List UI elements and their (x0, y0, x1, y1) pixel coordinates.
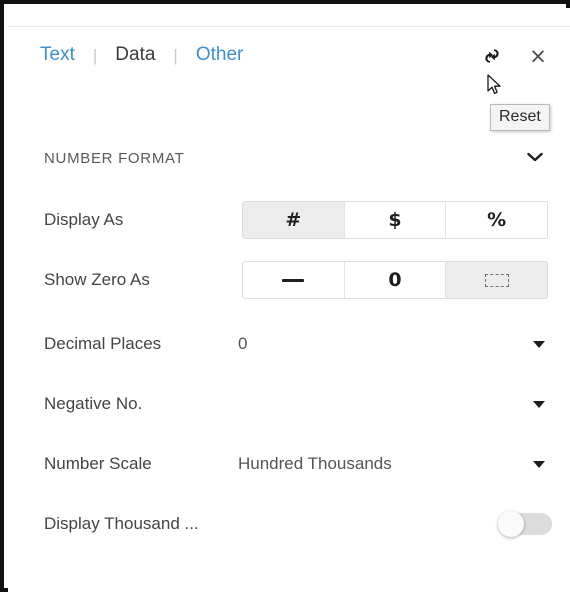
tab-list: Text | Data | Other (38, 40, 245, 70)
panel-header: Text | Data | Other × (8, 32, 570, 80)
display-thousand-toggle[interactable] (498, 511, 552, 537)
reset-button[interactable] (478, 42, 506, 70)
show-zero-as-option-blank[interactable] (446, 262, 547, 298)
caret-down-icon (533, 340, 545, 348)
tab-separator-2: | (173, 45, 178, 65)
number-scale-value: Hundred Thousands (238, 454, 392, 473)
row-display-thousand: Display Thousand ... (8, 500, 570, 548)
chevron-down-icon (527, 152, 543, 162)
display-as-option-hash[interactable]: # (243, 202, 345, 238)
show-zero-as-label: Show Zero As (44, 270, 150, 289)
number-scale-label: Number Scale (44, 454, 152, 473)
section-collapse-button[interactable] (522, 144, 548, 170)
number-scale-dropdown-button[interactable] (528, 455, 550, 473)
number-format-section-header: NUMBER FORMAT (8, 142, 570, 182)
reset-tooltip: Reset (490, 104, 550, 131)
negative-no-label: Negative No. (44, 394, 143, 413)
tab-text[interactable]: Text (38, 44, 77, 66)
section-title: NUMBER FORMAT (44, 150, 185, 167)
display-as-label: Display As (44, 210, 124, 229)
row-display-as: Display As # $ % (8, 196, 570, 244)
decimal-places-dropdown-button[interactable] (528, 335, 550, 353)
toggle-knob (498, 511, 524, 537)
display-as-segmented-control: # $ % (242, 201, 548, 239)
display-as-option-currency[interactable]: $ (344, 202, 447, 238)
decimal-places-label: Decimal Places (44, 334, 162, 353)
tab-other[interactable]: Other (194, 44, 246, 66)
panel-top-strip (8, 8, 570, 27)
show-zero-as-segmented-control: 0 (242, 261, 548, 299)
row-number-scale[interactable]: Number Scale Hundred Thousands (8, 440, 570, 488)
row-decimal-places[interactable]: Decimal Places 0 (8, 320, 570, 368)
negative-no-dropdown-button[interactable] (528, 395, 550, 413)
show-zero-as-option-zero[interactable]: 0 (344, 262, 447, 298)
close-button[interactable]: × (524, 42, 552, 70)
dash-icon (282, 278, 305, 282)
header-actions: × (478, 42, 552, 70)
reset-icon (485, 49, 499, 63)
row-negative-no[interactable]: Negative No. (8, 380, 570, 428)
row-show-zero-as: Show Zero As 0 (8, 256, 570, 304)
display-thousand-label: Display Thousand ... (44, 514, 199, 533)
panel-frame: Text | Data | Other × Reset NUMBER FORMA… (0, 0, 570, 592)
decimal-places-value: 0 (238, 334, 248, 353)
tab-data[interactable]: Data (113, 44, 157, 66)
caret-down-icon (533, 400, 545, 408)
show-zero-as-option-dash[interactable] (243, 262, 345, 298)
display-as-option-percent[interactable]: % (446, 202, 547, 238)
close-icon: × (529, 43, 547, 68)
tab-separator-1: | (92, 45, 98, 65)
caret-down-icon (533, 460, 545, 468)
format-panel: Text | Data | Other × Reset NUMBER FORMA… (8, 8, 570, 592)
blank-box-icon (484, 273, 509, 287)
